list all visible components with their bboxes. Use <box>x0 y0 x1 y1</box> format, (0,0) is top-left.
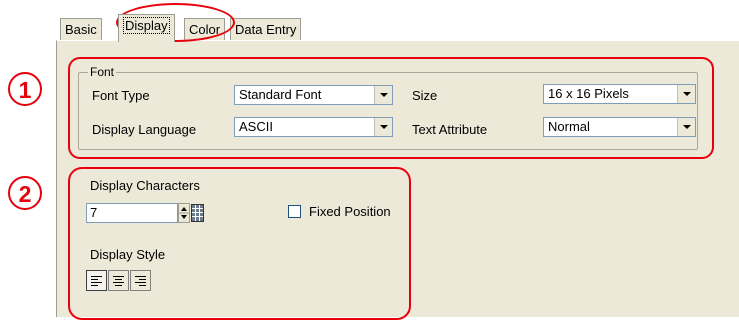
tab-basic[interactable]: Basic <box>60 18 102 41</box>
callout-badge-2: 2 <box>8 176 42 210</box>
display-callout-box <box>68 167 411 320</box>
tab-display-label: Display <box>123 17 170 34</box>
tab-basic-label: Basic <box>65 22 97 37</box>
tab-data-entry-label: Data Entry <box>235 22 297 37</box>
tab-data-entry[interactable]: Data Entry <box>230 18 302 41</box>
font-callout-box <box>68 57 714 159</box>
callout-badge-1: 1 <box>8 72 42 106</box>
tab-display[interactable]: Display <box>118 14 175 42</box>
